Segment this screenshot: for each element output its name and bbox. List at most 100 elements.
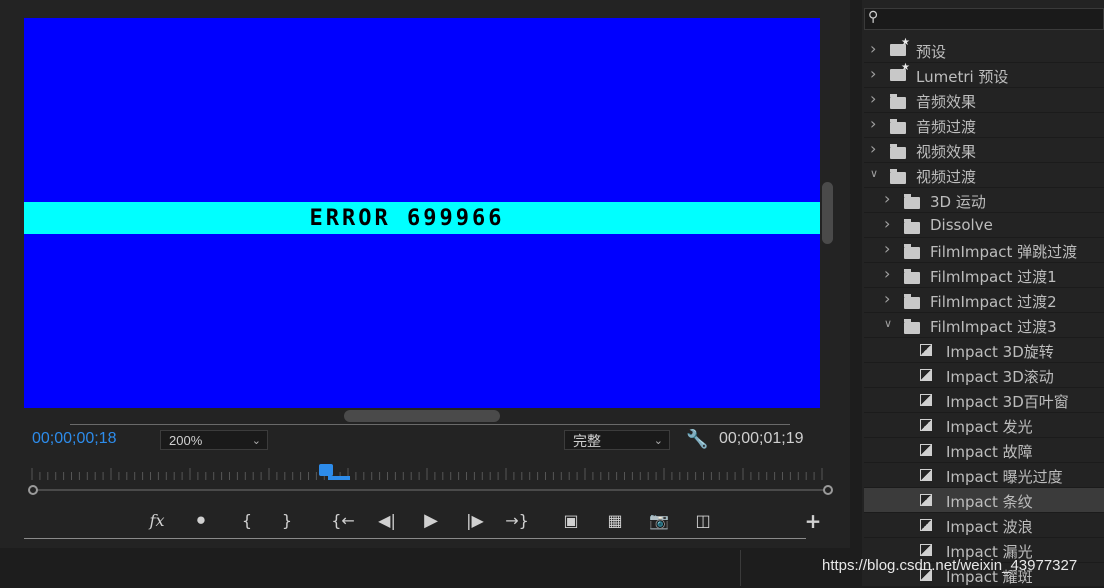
folder-icon (904, 294, 920, 309)
playhead-timecode[interactable]: 00;00;00;18 (32, 430, 117, 448)
folder-icon (904, 319, 920, 334)
effect-label: FilmImpact 过渡1 (930, 268, 1057, 286)
out-point-handle[interactable] (823, 485, 833, 495)
fx-icon[interactable]: fx (144, 510, 170, 532)
folder-icon (904, 194, 920, 209)
folder-icon (890, 119, 906, 134)
step-back-icon[interactable]: ◀| (374, 510, 400, 532)
folder-icon (890, 94, 906, 109)
effect-folder[interactable]: › 3D 运动 (864, 188, 1104, 213)
zoom-select[interactable]: 200% ⌄ (160, 430, 268, 450)
divider (24, 538, 806, 539)
chevron-down-icon[interactable]: ∨ (884, 317, 892, 330)
mark-in-icon[interactable]: { (234, 510, 260, 532)
chevron-right-icon[interactable]: › (884, 189, 890, 208)
transition-icon (920, 394, 932, 406)
step-forward-icon[interactable]: |▶ (462, 510, 488, 532)
chevron-right-icon[interactable]: › (870, 39, 876, 58)
effect-folder[interactable]: › 视频效果 (864, 138, 1104, 163)
timeline-track[interactable] (32, 489, 828, 491)
effect-label: Impact 3D旋转 (946, 343, 1054, 361)
lift-icon[interactable]: ▣ (558, 510, 584, 532)
effect-item[interactable]: Impact 条纹 (864, 488, 1104, 513)
watermark: https://blog.csdn.net/weixin_43977327 (822, 557, 1078, 574)
panel-gutter (850, 0, 862, 586)
effect-label: 预设 (916, 43, 947, 61)
chevron-right-icon[interactable]: › (884, 214, 890, 233)
go-to-in-icon[interactable]: {← (330, 510, 356, 532)
effect-folder[interactable]: ∨ 视频过渡 (864, 163, 1104, 188)
effect-folder[interactable]: › 音频过渡 (864, 113, 1104, 138)
search-icon: ⚲ (868, 9, 879, 25)
effect-folder[interactable]: ∨ FilmImpact 过渡3 (864, 313, 1104, 338)
effect-label: Impact 条纹 (946, 493, 1033, 511)
effect-item[interactable]: Impact 曝光过度 (864, 463, 1104, 488)
quality-value: 完整 (573, 433, 601, 449)
chevron-right-icon[interactable]: › (870, 64, 876, 83)
chevron-right-icon[interactable]: › (884, 239, 890, 258)
extract-icon[interactable]: ▦ (602, 510, 628, 532)
chevron-right-icon[interactable]: › (870, 139, 876, 158)
effect-folder[interactable]: › FilmImpact 弹跳过渡 (864, 238, 1104, 263)
effect-folder[interactable]: › FilmImpact 过渡1 (864, 263, 1104, 288)
effect-item[interactable]: Impact 3D旋转 (864, 338, 1104, 363)
mark-out-icon[interactable]: } (274, 510, 300, 532)
playback-resolution-select[interactable]: 完整 ⌄ (564, 430, 670, 450)
folder-icon (904, 244, 920, 259)
chevron-right-icon[interactable]: › (870, 114, 876, 133)
go-to-out-icon[interactable]: →} (504, 510, 530, 532)
effect-folder[interactable]: › Dissolve (864, 213, 1104, 238)
effect-label: Impact 发光 (946, 418, 1033, 436)
chevron-down-icon: ⌄ (653, 435, 663, 447)
chevron-down-icon[interactable]: ∨ (870, 167, 878, 180)
effect-label: FilmImpact 弹跳过渡 (930, 243, 1078, 261)
effect-item[interactable]: Impact 波浪 (864, 513, 1104, 538)
effect-label: 音频过渡 (916, 118, 977, 136)
chevron-right-icon[interactable]: › (870, 89, 876, 108)
star-icon: ★ (901, 62, 910, 73)
effect-folder[interactable]: › ★ 预设 (864, 37, 1104, 63)
preset-bin-icon: ★ (890, 37, 910, 56)
camera-icon[interactable]: 📷 (646, 510, 672, 532)
transition-icon (920, 419, 932, 431)
effects-search-input[interactable] (864, 8, 1104, 30)
effect-folder[interactable]: › 音频效果 (864, 88, 1104, 113)
time-ruler[interactable] (24, 462, 830, 480)
divider (740, 550, 741, 586)
error-banner: ERROR 699966 (24, 202, 820, 234)
effect-label: Impact 故障 (946, 443, 1033, 461)
playhead[interactable] (319, 464, 333, 476)
effect-label: Impact 曝光过度 (946, 468, 1063, 486)
error-text: ERROR 699966 (309, 205, 505, 231)
effect-folder[interactable]: › FilmImpact 过渡2 (864, 288, 1104, 313)
transition-icon (920, 469, 932, 481)
chevron-right-icon[interactable]: › (884, 289, 890, 308)
effect-item[interactable]: Impact 发光 (864, 413, 1104, 438)
play-icon[interactable]: ▶ (418, 510, 444, 532)
transition-icon (920, 344, 932, 356)
settings-wrench-icon[interactable]: 🔧 (686, 429, 708, 450)
transition-icon (920, 494, 932, 506)
zoom-value: 200% (169, 433, 203, 448)
marker-icon[interactable]: ⚫ (188, 510, 214, 532)
effect-label: Impact 3D滚动 (946, 368, 1054, 386)
compare-icon[interactable]: ◫ (690, 510, 716, 532)
transition-icon (920, 519, 932, 531)
effect-folder[interactable]: › ★ Lumetri 预设 (864, 62, 1104, 88)
effect-label: 音频效果 (916, 93, 977, 111)
transition-icon (920, 544, 932, 556)
folder-icon (890, 144, 906, 159)
effect-label: 视频效果 (916, 143, 977, 161)
folder-icon (904, 269, 920, 284)
effect-label: Impact 3D百叶窗 (946, 393, 1069, 411)
horizontal-scrollbar-thumb[interactable] (344, 410, 500, 422)
in-point-handle[interactable] (28, 485, 38, 495)
duration-timecode: 00;00;01;19 (719, 430, 804, 447)
effect-item[interactable]: Impact 3D百叶窗 (864, 388, 1104, 413)
effect-item[interactable]: Impact 3D滚动 (864, 363, 1104, 388)
vertical-scrollbar-thumb[interactable] (822, 182, 833, 244)
effect-label: 3D 运动 (930, 193, 986, 211)
add-icon[interactable]: + (800, 510, 826, 532)
effect-item[interactable]: Impact 故障 (864, 438, 1104, 463)
chevron-right-icon[interactable]: › (884, 264, 890, 283)
